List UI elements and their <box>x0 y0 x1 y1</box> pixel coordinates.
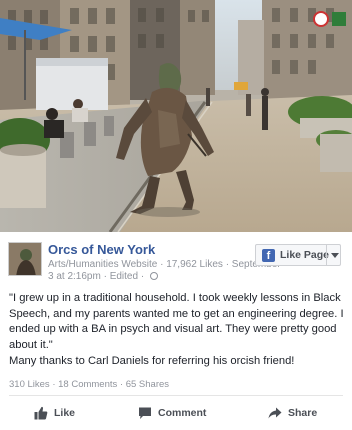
page-avatar[interactable] <box>8 242 42 276</box>
globe-icon <box>149 272 158 280</box>
post-quote-text: "I grew up in a traditional household. I… <box>9 292 344 351</box>
share-button[interactable]: Share <box>268 402 317 424</box>
shares-count-link[interactable]: 65 Shares <box>126 379 169 390</box>
post-photo[interactable] <box>0 0 352 232</box>
comment-label: Comment <box>158 407 207 419</box>
like-label: Like <box>54 407 76 419</box>
like-page-label: Like Page <box>280 249 330 261</box>
post-time[interactable]: 3 at 2:16pm <box>48 271 101 282</box>
facebook-post-card: Orcs of New York Arts/Humanities Website… <box>0 232 352 430</box>
post-meta-line-2: 3 at 2:16pm · Edited · <box>48 271 158 282</box>
like-page-button[interactable]: f Like Page <box>255 244 341 266</box>
like-button[interactable]: Like <box>34 402 75 424</box>
button-separator <box>326 245 327 265</box>
post-stats: 310 Likes · 18 Comments · 65 Shares <box>9 379 170 390</box>
facebook-logo-icon: f <box>262 248 275 262</box>
share-arrow-icon <box>268 407 282 419</box>
orc-avatar-icon <box>9 243 41 275</box>
street-scene-image <box>0 0 352 232</box>
likes-count-link[interactable]: 310 Likes <box>9 379 50 390</box>
page-name-link[interactable]: Orcs of New York <box>48 242 155 257</box>
post-thanks-text: Many thanks to Carl Daniels for referrin… <box>9 355 295 367</box>
comment-button[interactable]: Comment <box>138 402 206 424</box>
page-likes-count: 17,962 Likes <box>166 259 223 270</box>
page-category[interactable]: Arts/Humanities Website <box>48 259 157 270</box>
comments-count-link[interactable]: 18 Comments <box>58 379 117 390</box>
edited-label[interactable]: Edited <box>110 271 138 282</box>
caret-down-icon[interactable] <box>331 253 339 258</box>
post-actions-bar: Like Comment Share <box>0 402 352 424</box>
thumbs-up-icon <box>34 406 48 420</box>
post-meta-line: Arts/Humanities Website · 17,962 Likes ·… <box>48 259 281 270</box>
actions-divider <box>9 395 343 396</box>
speech-bubble-icon <box>139 407 151 419</box>
share-label: Share <box>288 407 318 419</box>
